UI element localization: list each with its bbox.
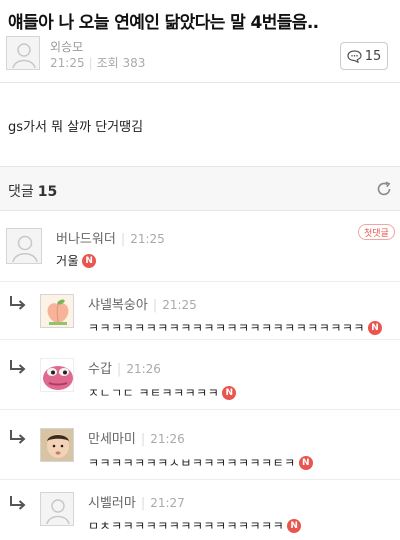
author-avatar[interactable] <box>6 36 40 70</box>
default-avatar-icon <box>12 235 38 263</box>
reply-arrow-icon <box>10 430 26 444</box>
name-separator: | <box>140 496 146 511</box>
default-avatar-icon <box>46 499 70 525</box>
commenter-name-row: 수갑 | 21:26 <box>88 358 161 377</box>
header-divider <box>0 82 400 83</box>
comment-body: 거울 <box>56 254 80 268</box>
reply-item: 수갑 | 21:26 ㅈㄴㄱㄷ ㅋㅌㅋㅋㅋㅋㅋ N <box>0 340 400 410</box>
default-avatar-icon <box>12 43 36 69</box>
commenter-name[interactable]: 시벨러마 <box>88 496 136 511</box>
comments-header: 댓글 15 <box>0 166 400 211</box>
refresh-icon[interactable] <box>374 179 394 199</box>
meta-separator: | <box>88 56 93 70</box>
comment-text: ㅋㅋㅋㅋㅋㅋㅋㅅㅂㅋㅋㅋㅋㅋㅋㅋㅌㅋ N <box>88 454 313 471</box>
name-separator: | <box>140 432 146 447</box>
comment-time: 21:26 <box>150 432 185 446</box>
comment-time: 21:25 <box>162 298 197 312</box>
reply-arrow-icon <box>10 296 26 310</box>
post-time: 21:25 <box>50 56 85 70</box>
commenter-name-row: 버나드워더 | 21:25 <box>56 228 165 247</box>
comment-text: ㅋㅋㅋㅋㅋㅋㅋㅋㅋㅋㅋㅋㅋㅋㅋㅋㅋㅋㅋㅋㅋㅋㅋㅋ N <box>88 319 382 336</box>
comment-body: ㅈㄴㄱㄷ ㅋㅌㅋㅋㅋㅋㅋ <box>88 386 220 400</box>
comment-body: ㅋㅋㅋㅋㅋㅋㅋㅋㅋㅋㅋㅋㅋㅋㅋㅋㅋㅋㅋㅋㅋㅋㅋㅋ <box>88 321 365 335</box>
commenter-avatar[interactable] <box>6 228 42 264</box>
author-name[interactable]: 외승모 <box>50 38 83 55</box>
name-separator: | <box>152 298 158 313</box>
commenter-name-row: 만세마미 | 21:26 <box>88 428 185 447</box>
name-separator: | <box>120 232 126 247</box>
reply-item: 샤넬복숭아 | 21:25 ㅋㅋㅋㅋㅋㅋㅋㅋㅋㅋㅋㅋㅋㅋㅋㅋㅋㅋㅋㅋㅋㅋㅋㅋ N <box>0 282 400 340</box>
post-title: 얘들아 나 오늘 연예인 닮았다는 말 4번들음.. <box>8 13 319 33</box>
author-row: 외승모 21:25 | 조회 383 15 <box>0 34 400 80</box>
commenter-name-row: 샤넬복숭아 | 21:25 <box>88 294 197 313</box>
post-views: 조회 383 <box>96 56 146 70</box>
new-badge-icon: N <box>367 320 382 335</box>
peach-avatar-icon <box>47 299 69 325</box>
commenter-name[interactable]: 만세마미 <box>88 432 136 447</box>
comment-time: 21:26 <box>126 362 161 376</box>
comment-text: ㅁㅊㅋㅋㅋㅋㅋㅋㅋㅋㅋㅋㅋㅋㅋㅋㅋ N <box>88 517 302 534</box>
new-badge-icon: N <box>82 253 97 268</box>
post-meta: 21:25 | 조회 383 <box>50 54 145 71</box>
reply-item: 시벨러마 | 21:27 ㅁㅊㅋㅋㅋㅋㅋㅋㅋㅋㅋㅋㅋㅋㅋㅋㅋ N <box>0 480 400 540</box>
commenter-avatar[interactable] <box>40 358 74 392</box>
commenter-name[interactable]: 버나드워더 <box>56 232 116 247</box>
commenter-name[interactable]: 수갑 <box>88 362 112 377</box>
comment-text: 거울 N <box>56 252 97 269</box>
new-badge-icon: N <box>298 455 313 470</box>
pepe-frog-avatar-icon <box>43 366 73 390</box>
new-badge-icon: N <box>287 518 302 533</box>
comment-count: 15 <box>364 48 382 64</box>
comments-label: 댓글 15 <box>8 181 57 201</box>
comments-count: 15 <box>37 184 58 200</box>
speech-bubble-icon <box>347 49 362 63</box>
commenter-avatar[interactable] <box>40 492 74 526</box>
comment-time: 21:25 <box>130 232 165 246</box>
comment-body: ㅋㅋㅋㅋㅋㅋㅋㅅㅂㅋㅋㅋㅋㅋㅋㅋㅌㅋ <box>88 456 296 470</box>
commenter-avatar[interactable] <box>40 428 74 462</box>
comment-item: 버나드워더 | 21:25 첫댓글 거울 N <box>0 212 400 282</box>
new-badge-icon: N <box>222 385 237 400</box>
comment-text: ㅈㄴㄱㄷ ㅋㅌㅋㅋㅋㅋㅋ N <box>88 384 237 401</box>
baby-photo-avatar-icon <box>41 429 73 461</box>
commenter-avatar[interactable] <box>40 294 74 328</box>
reply-arrow-icon <box>10 360 26 374</box>
comments-label-text: 댓글 <box>8 184 34 200</box>
commenter-name-row: 시벨러마 | 21:27 <box>88 492 185 511</box>
reply-item: 만세마미 | 21:26 ㅋㅋㅋㅋㅋㅋㅋㅅㅂㅋㅋㅋㅋㅋㅋㅋㅌㅋ N <box>0 410 400 480</box>
comment-time: 21:27 <box>150 496 185 510</box>
commenter-name[interactable]: 샤넬복숭아 <box>88 298 148 313</box>
name-separator: | <box>116 362 122 377</box>
post-body: gs가서 뭐 살까 단거땡김 <box>8 120 144 135</box>
comment-count-button[interactable]: 15 <box>340 42 388 70</box>
comment-body: ㅁㅊㅋㅋㅋㅋㅋㅋㅋㅋㅋㅋㅋㅋㅋㅋㅋ <box>88 519 285 533</box>
first-comment-badge: 첫댓글 <box>358 224 395 240</box>
reply-arrow-icon <box>10 496 26 510</box>
